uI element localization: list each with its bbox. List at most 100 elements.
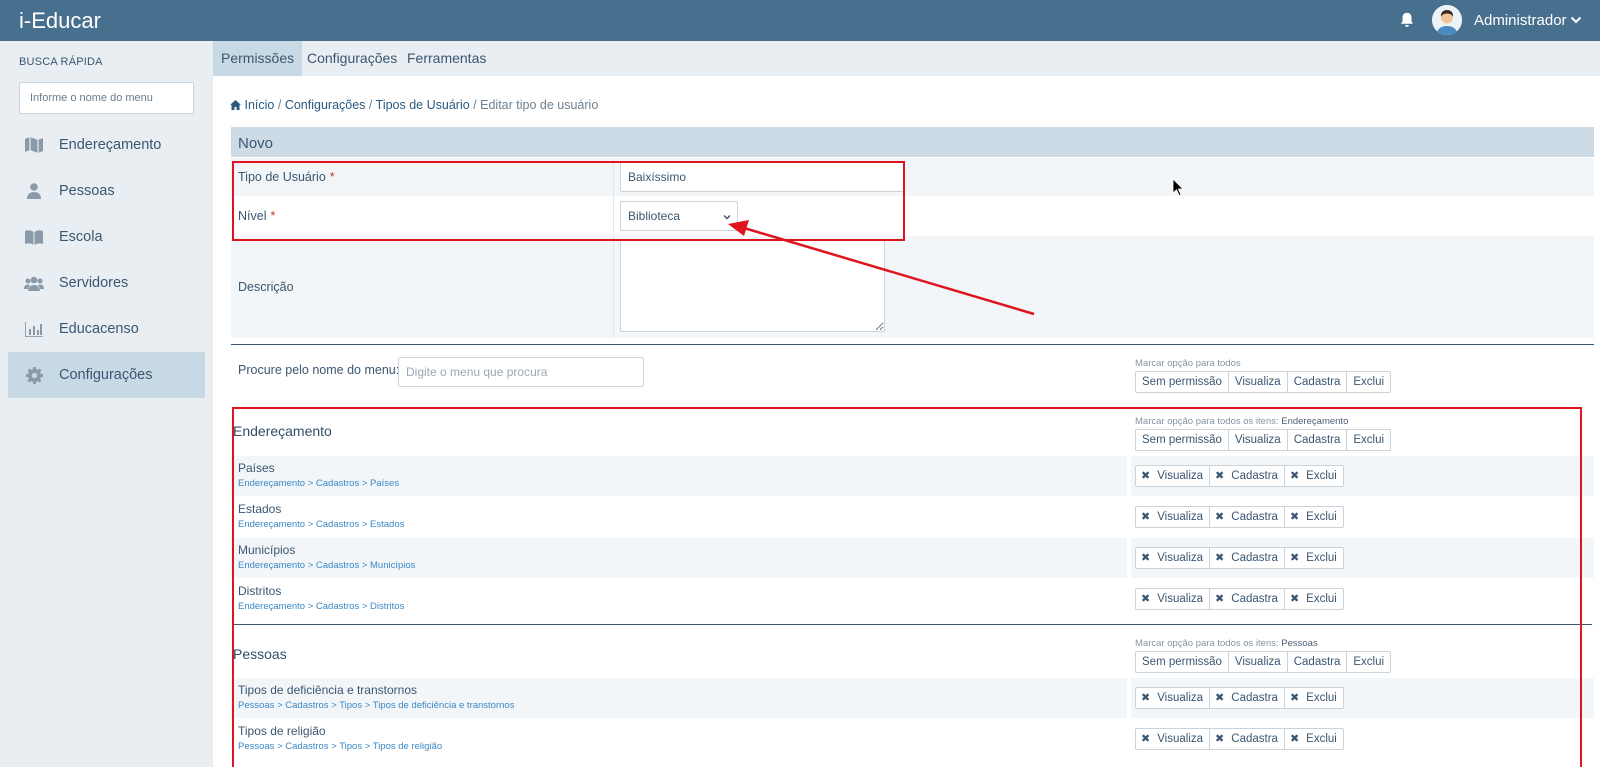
visualiza-toggle[interactable]: ✖ Visualiza (1135, 547, 1211, 569)
x-icon: ✖ (1289, 552, 1300, 564)
chevron-down-icon[interactable] (1570, 14, 1582, 26)
breadcrumb-tipos-usuario[interactable]: Tipos de Usuário (376, 98, 470, 112)
mark-all-visualiza-button[interactable]: Visualiza (1228, 371, 1288, 393)
permission-path[interactable]: Pessoas > Cadastros > Tipos > Tipos de d… (238, 700, 514, 711)
group-divider (233, 624, 1592, 625)
map-icon (24, 135, 44, 155)
bar-chart-icon (24, 319, 44, 339)
sidebar-item-label: Pessoas (59, 183, 115, 199)
exclui-toggle[interactable]: ✖ Exclui (1284, 588, 1344, 610)
main-content: Permissões Configurações Ferramentas Iní… (213, 41, 1600, 767)
x-icon: ✖ (1215, 733, 1225, 745)
x-icon: ✖ (1289, 733, 1300, 745)
sidebar-item-enderecamento[interactable]: Endereçamento (8, 122, 205, 168)
group-sem-permissao-button[interactable]: Sem permissão (1135, 651, 1229, 673)
bell-icon[interactable] (1398, 11, 1416, 29)
quick-search-input[interactable] (19, 82, 194, 114)
permission-path[interactable]: Endereçamento > Cadastros > Estados (238, 519, 404, 530)
sidebar-title: BUSCA RÁPIDA (19, 56, 103, 68)
divider (231, 344, 1594, 345)
x-icon: ✖ (1141, 593, 1151, 605)
sidebar-item-escola[interactable]: Escola (8, 214, 205, 260)
home-icon (230, 100, 241, 110)
breadcrumb-configuracoes[interactable]: Configurações (285, 98, 366, 112)
menu-search-input[interactable] (398, 357, 644, 387)
exclui-toggle[interactable]: ✖ Exclui (1284, 465, 1344, 487)
mark-all-exclui-button[interactable]: Exclui (1347, 371, 1392, 393)
permission-name: Tipos de deficiência e transtornos (238, 683, 417, 697)
permission-path[interactable]: Endereçamento > Cadastros > Municípios (238, 560, 415, 571)
sidebar-item-servidores[interactable]: Servidores (8, 260, 205, 306)
cadastra-toggle[interactable]: ✖ Cadastra (1210, 547, 1285, 569)
group-cadastra-button[interactable]: Cadastra (1287, 651, 1348, 673)
breadcrumb-home[interactable]: Início (244, 98, 274, 112)
permission-row: Estados Endereçamento > Cadastros > Esta… (231, 497, 1594, 537)
permission-buttons: ✖ Visualiza ✖ Cadastra ✖ Exclui (1135, 728, 1344, 750)
mark-group-hint: Marcar opção para todos os itens: Pessoa… (1135, 638, 1318, 649)
mark-group-hint: Marcar opção para todos os itens: Endere… (1135, 416, 1349, 427)
x-icon: ✖ (1141, 511, 1151, 523)
tab-ferramentas[interactable]: Ferramentas (399, 41, 494, 76)
exclui-toggle[interactable]: ✖ Exclui (1284, 547, 1344, 569)
permission-buttons: ✖ Visualiza ✖ Cadastra ✖ Exclui (1135, 465, 1344, 487)
cadastra-toggle[interactable]: ✖ Cadastra (1210, 728, 1285, 750)
sidebar-item-label: Servidores (59, 275, 129, 291)
cadastra-toggle[interactable]: ✖ Cadastra (1210, 588, 1285, 610)
x-icon: ✖ (1215, 593, 1225, 605)
app-logo[interactable]: i-Educar (19, 8, 101, 34)
x-icon: ✖ (1215, 552, 1225, 564)
cadastra-toggle[interactable]: ✖ Cadastra (1210, 465, 1285, 487)
user-avatar-icon (1432, 5, 1462, 35)
sidebar-item-label: Escola (59, 229, 103, 245)
permission-buttons: ✖ Visualiza ✖ Cadastra ✖ Exclui (1135, 506, 1344, 528)
mark-group-buttons: Sem permissão Visualiza Cadastra Exclui (1135, 651, 1392, 673)
group-title-enderecamento: Endereçamento (233, 423, 332, 439)
mark-group-buttons: Sem permissão Visualiza Cadastra Exclui (1135, 429, 1392, 451)
sidebar-item-configuracoes[interactable]: Configurações (8, 352, 205, 398)
mark-all-buttons: Sem permissão Visualiza Cadastra Exclui (1135, 371, 1392, 393)
visualiza-toggle[interactable]: ✖ Visualiza (1135, 588, 1211, 610)
permission-path[interactable]: Pessoas > Cadastros > Tipos > Tipos de r… (238, 741, 442, 752)
group-cadastra-button[interactable]: Cadastra (1287, 429, 1348, 451)
visualiza-toggle[interactable]: ✖ Visualiza (1135, 506, 1211, 528)
tab-configuracoes[interactable]: Configurações (299, 41, 405, 76)
visualiza-toggle[interactable]: ✖ Visualiza (1135, 728, 1211, 750)
nivel-select-value: Biblioteca (628, 209, 681, 223)
tipo-usuario-input[interactable] (620, 162, 904, 192)
permission-row: Tipos de deficiência e transtornos Pesso… (231, 678, 1594, 718)
avatar[interactable] (1432, 5, 1462, 35)
form-row-descricao: Descrição (231, 236, 1594, 338)
sidebar-item-pessoas[interactable]: Pessoas (8, 168, 205, 214)
group-exclui-button[interactable]: Exclui (1347, 429, 1392, 451)
group-exclui-button[interactable]: Exclui (1347, 651, 1392, 673)
x-icon: ✖ (1215, 511, 1225, 523)
group-visualiza-button[interactable]: Visualiza (1228, 651, 1288, 673)
mark-all-cadastra-button[interactable]: Cadastra (1287, 371, 1348, 393)
visualiza-toggle[interactable]: ✖ Visualiza (1135, 465, 1211, 487)
exclui-toggle[interactable]: ✖ Exclui (1284, 728, 1344, 750)
cadastra-toggle[interactable]: ✖ Cadastra (1210, 687, 1285, 709)
permission-path[interactable]: Endereçamento > Cadastros > Países (238, 478, 399, 489)
sidebar-item-educacenso[interactable]: Educacenso (8, 306, 205, 352)
permission-path[interactable]: Endereçamento > Cadastros > Distritos (238, 601, 404, 612)
exclui-toggle[interactable]: ✖ Exclui (1284, 687, 1344, 709)
mark-all-sem-permissao-button[interactable]: Sem permissão (1135, 371, 1229, 393)
x-icon: ✖ (1289, 470, 1300, 482)
group-sem-permissao-button[interactable]: Sem permissão (1135, 429, 1229, 451)
tab-permissoes[interactable]: Permissões (213, 41, 303, 76)
breadcrumb-sep: / (368, 98, 373, 112)
form-row-nivel: Nível * Biblioteca (231, 196, 1594, 236)
user-name[interactable]: Administrador (1474, 12, 1567, 29)
section-header: Novo (231, 127, 1594, 157)
breadcrumb-sep: / (473, 98, 477, 112)
x-icon: ✖ (1289, 692, 1300, 704)
nivel-select[interactable]: Biblioteca (620, 201, 738, 231)
permission-row: Países Endereçamento > Cadastros > Paíse… (231, 456, 1594, 496)
descricao-textarea[interactable] (620, 240, 885, 332)
group-visualiza-button[interactable]: Visualiza (1228, 429, 1288, 451)
permission-name: Estados (238, 502, 282, 516)
tabs-bar: Permissões Configurações Ferramentas (213, 41, 1600, 76)
visualiza-toggle[interactable]: ✖ Visualiza (1135, 687, 1211, 709)
cadastra-toggle[interactable]: ✖ Cadastra (1210, 506, 1285, 528)
exclui-toggle[interactable]: ✖ Exclui (1284, 506, 1344, 528)
